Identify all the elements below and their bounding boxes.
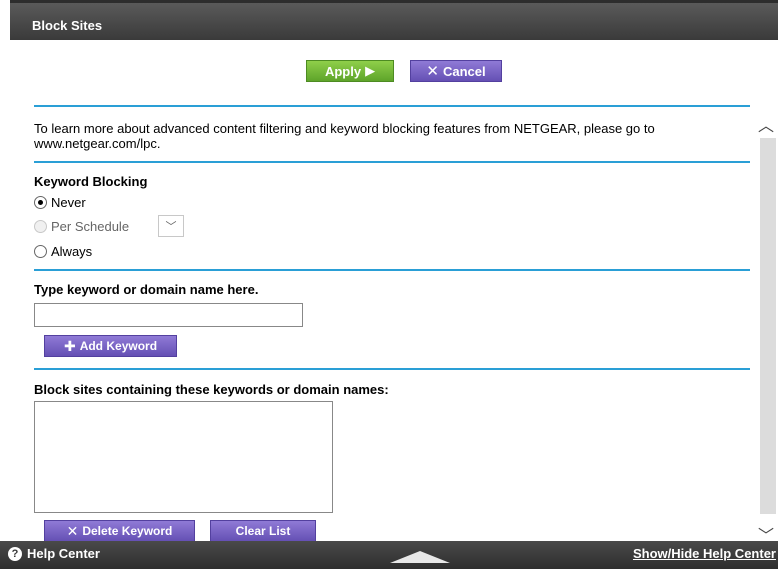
vertical-scrollbar[interactable]: ︿ ﹀ (750, 92, 778, 545)
cancel-label: Cancel (442, 63, 486, 79)
apply-label: Apply (324, 63, 362, 79)
divider (34, 269, 750, 271)
action-toolbar: Apply ▶ ✕ Cancel (10, 40, 778, 92)
help-center-label: Help Center (27, 546, 100, 561)
info-text: To learn more about advanced content fil… (34, 121, 655, 151)
divider (34, 161, 750, 163)
clear-list-button[interactable]: Clear List (210, 520, 316, 541)
show-hide-help-link[interactable]: Show/Hide Help Center (633, 546, 776, 561)
radio-never[interactable]: Never (34, 195, 86, 210)
x-icon: ✕ (66, 522, 79, 539)
x-icon: ✕ (426, 63, 439, 80)
scroll-thumb[interactable] (760, 138, 776, 514)
blocked-list-heading: Block sites containing these keywords or… (34, 382, 389, 397)
keyword-blocking-heading: Keyword Blocking (34, 174, 148, 189)
schedule-select: ﹀ (158, 215, 184, 237)
page-title: Block Sites (32, 18, 103, 33)
settings-content: To learn more about advanced content fil… (10, 92, 750, 541)
radio-per-schedule: Per Schedule (34, 219, 129, 234)
radio-button[interactable] (34, 245, 47, 258)
radio-button (34, 220, 47, 233)
blocked-keywords-list[interactable] (34, 401, 333, 513)
help-center-link[interactable]: ? Help Center (8, 546, 100, 561)
add-keyword-button[interactable]: ✚ Add Keyword (44, 335, 177, 357)
block-sites-page: Block Sites Apply ▶ ✕ Cancel To learn mo… (0, 0, 778, 569)
delete-keyword-button[interactable]: ✕ Delete Keyword (44, 520, 195, 541)
play-arrow-icon: ▶ (365, 63, 376, 78)
chevron-down-icon: ﹀ (165, 221, 177, 233)
keyword-entry-heading: Type keyword or domain name here. (34, 282, 259, 297)
help-footer: ? Help Center Show/Hide Help Center (0, 541, 778, 569)
question-icon: ? (8, 546, 22, 561)
plus-icon: ✚ (63, 337, 76, 354)
add-keyword-label: Add Keyword (79, 339, 158, 353)
chevron-up-icon[interactable]: ︿ (758, 112, 774, 136)
radio-always-label: Always (51, 244, 93, 259)
divider (34, 368, 750, 370)
apply-button[interactable]: Apply ▶ (306, 60, 394, 82)
radio-per-schedule-label: Per Schedule (51, 219, 130, 234)
expand-arrow-icon[interactable] (390, 551, 450, 563)
title-bar: Block Sites (10, 0, 778, 40)
radio-never-label: Never (51, 195, 86, 210)
keyword-input[interactable] (34, 303, 303, 327)
divider (34, 105, 750, 107)
radio-always[interactable]: Always (34, 244, 92, 259)
radio-button[interactable] (34, 196, 47, 209)
delete-keyword-label: Delete Keyword (82, 524, 173, 538)
clear-list-label: Clear List (235, 524, 291, 538)
cancel-button[interactable]: ✕ Cancel (410, 60, 502, 82)
